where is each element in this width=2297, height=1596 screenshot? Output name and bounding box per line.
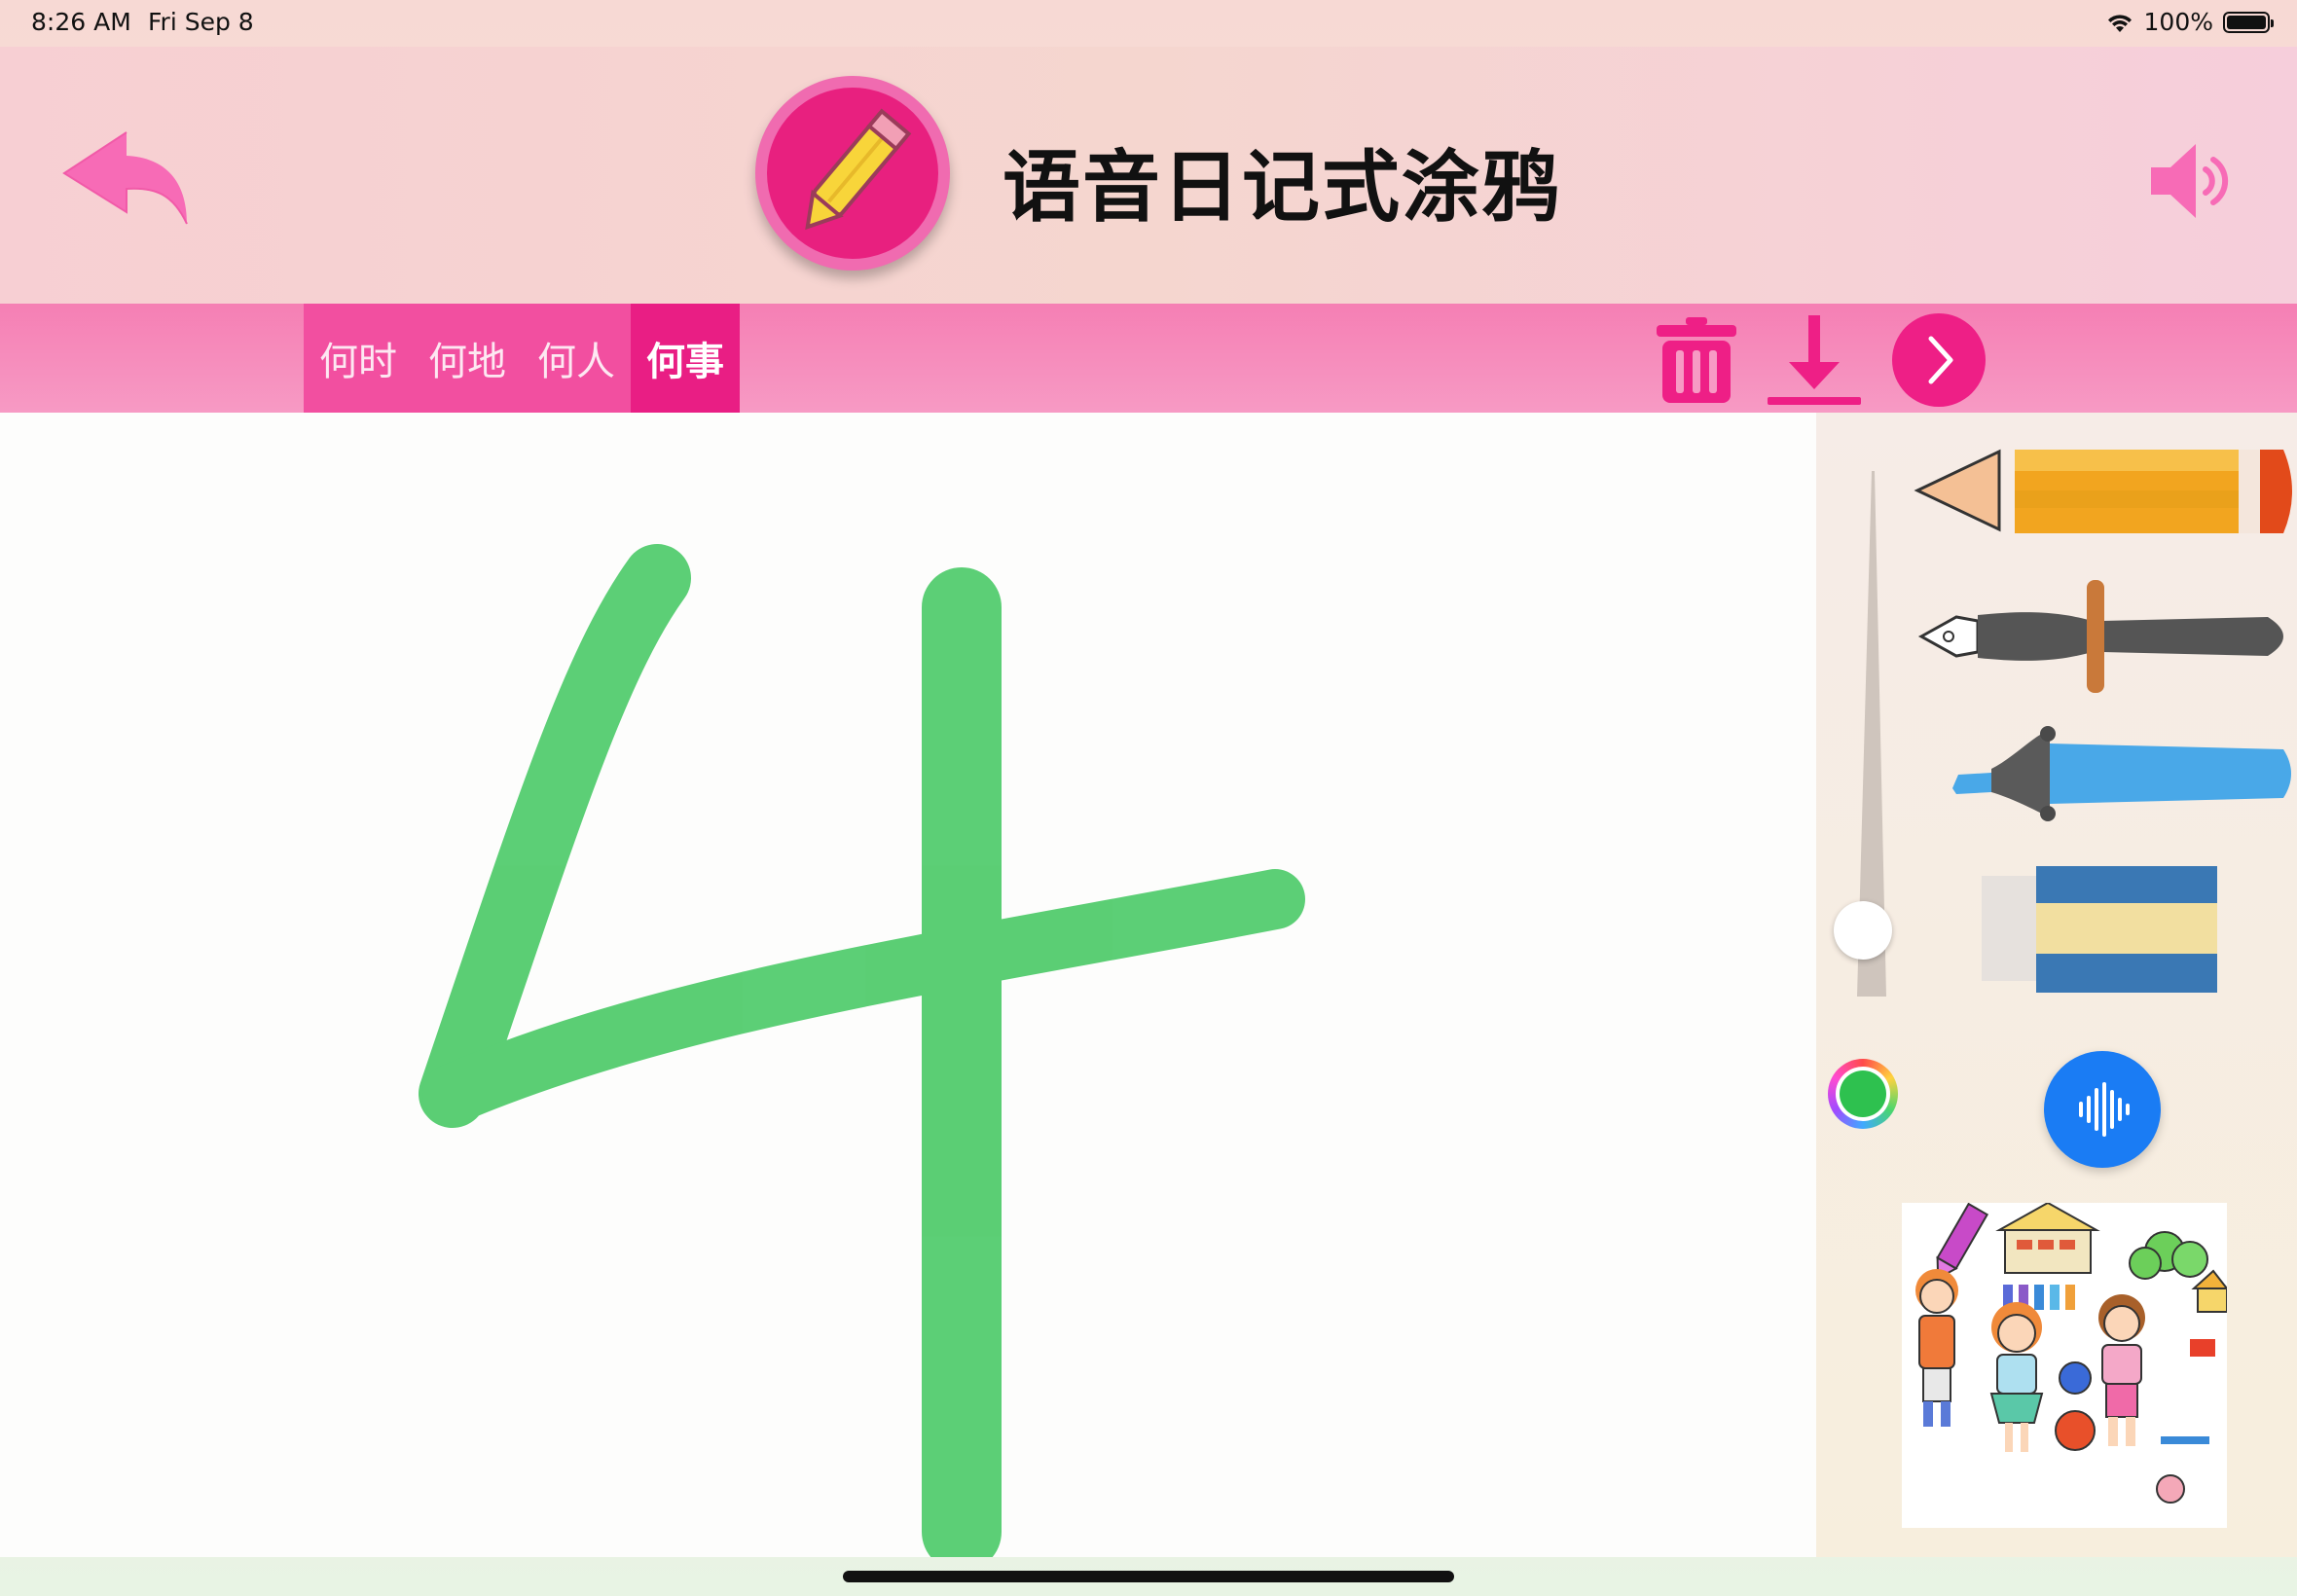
voice-record-button[interactable]: [2044, 1051, 2161, 1168]
battery-icon: [2223, 11, 2274, 33]
wifi-icon: [2107, 14, 2132, 32]
drawing-canvas[interactable]: [0, 413, 1816, 1572]
battery-percent: 100%: [2143, 8, 2213, 36]
next-button[interactable]: [1892, 313, 1986, 407]
pencil-tool[interactable]: [1914, 442, 2297, 539]
brush-size-thumb[interactable]: [1834, 901, 1892, 960]
waveform-icon: [2079, 1082, 2130, 1137]
speaker-icon: [2151, 144, 2229, 218]
highlighter-icon: [1952, 726, 2291, 821]
tab-what[interactable]: 何事: [631, 304, 740, 413]
drawing-strokes: [419, 544, 1305, 1572]
selected-color-swatch: [1840, 1070, 1886, 1117]
tab-where[interactable]: 何地: [413, 304, 522, 413]
sound-button[interactable]: [2141, 132, 2239, 230]
sticker-gallery-button[interactable]: [1902, 1203, 2227, 1528]
kids-sticker-image: [1902, 1203, 2227, 1528]
fountain-pen-tool[interactable]: [1917, 578, 2297, 695]
tabs: 何时 何地 何人 何事: [304, 304, 740, 413]
highlighter-tool[interactable]: [1952, 720, 2297, 827]
app-icon: [755, 76, 950, 271]
download-icon: [1768, 315, 1861, 405]
status-bar: 8:26 AM Fri Sep 8 100%: [0, 0, 2297, 47]
tab-bar: 何时 何地 何人 何事: [0, 304, 2297, 413]
status-date: Fri Sep 8: [148, 8, 254, 36]
delete-button[interactable]: [1653, 315, 1740, 405]
eraser-icon: [1982, 866, 2217, 993]
header: 语音日记式涂鸦: [0, 47, 2297, 304]
color-ring: [1836, 1067, 1890, 1121]
color-picker-button[interactable]: [1828, 1059, 1898, 1129]
status-indicators: 100%: [2105, 8, 2274, 36]
trash-icon: [1657, 317, 1736, 403]
tab-who[interactable]: 何人: [522, 304, 631, 413]
pencil-icon: [805, 108, 912, 231]
eraser-tool[interactable]: [1982, 866, 2219, 993]
home-indicator[interactable]: [843, 1571, 1454, 1582]
stroke-horizontal: [422, 869, 1305, 1124]
back-arrow-icon: [62, 131, 188, 225]
status-time: 8:26 AM: [31, 8, 131, 36]
download-button[interactable]: [1764, 311, 1865, 409]
back-button[interactable]: [58, 123, 195, 230]
chevron-right-icon: [1928, 336, 1953, 384]
tools-panel: [1816, 413, 2297, 1557]
page-title: 语音日记式涂鸦: [1003, 142, 1561, 233]
fountain-pen-icon: [1917, 580, 2283, 693]
pencil-tool-icon: [1914, 449, 2292, 533]
tab-when[interactable]: 何时: [304, 304, 413, 413]
